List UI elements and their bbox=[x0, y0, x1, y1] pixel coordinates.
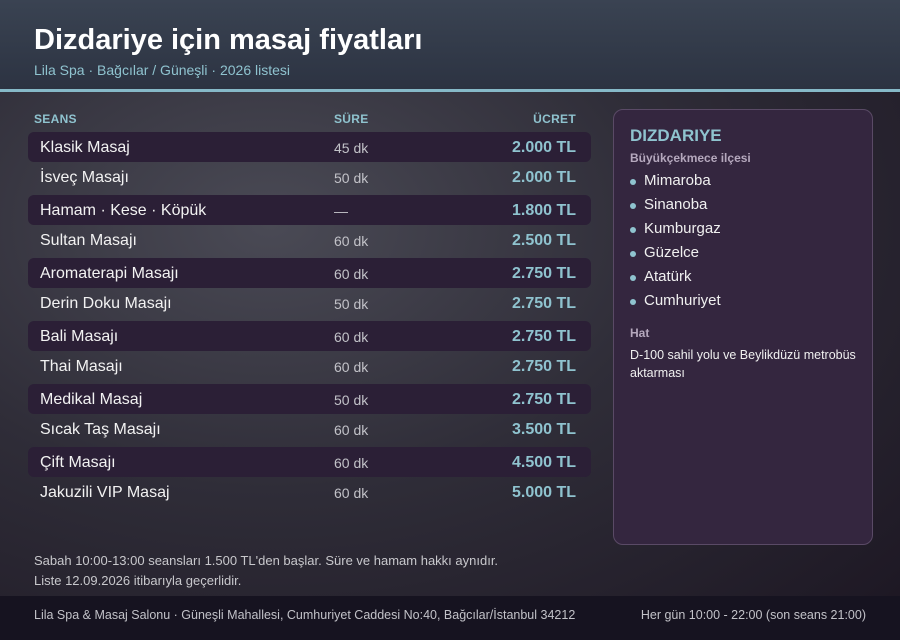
bullet-icon bbox=[630, 179, 636, 185]
district-name: Mimaroba bbox=[644, 172, 711, 189]
service-price: 1.800 TL bbox=[511, 202, 576, 219]
bullet-icon bbox=[630, 251, 636, 257]
validity-note: Liste 12.09.2026 itibarıyla geçerlidir. bbox=[34, 573, 242, 588]
page-subtitle: Lila Spa · Bağcılar / Güneşli · 2026 lis… bbox=[34, 62, 291, 78]
service-name: Bali Masajı bbox=[40, 328, 119, 345]
table-row: Hamam · Kese · Köpük — 1.800 TL bbox=[28, 195, 591, 225]
service-duration: 60 dk bbox=[334, 359, 369, 375]
bullet-icon bbox=[630, 203, 636, 209]
service-name: Çift Masajı bbox=[40, 454, 116, 471]
service-price: 2.500 TL bbox=[511, 232, 576, 249]
service-price: 2.750 TL bbox=[511, 391, 576, 408]
service-duration: 60 dk bbox=[334, 485, 369, 501]
service-duration: 60 dk bbox=[334, 329, 369, 345]
table-row: İsveç Masajı 50 dk 2.000 TL bbox=[28, 162, 591, 195]
panel-subtitle: Büyükçekmece ilçesi bbox=[630, 151, 751, 165]
district-name: Güzelce bbox=[644, 244, 700, 261]
service-name: Derin Doku Masajı bbox=[40, 295, 172, 312]
service-name: Hamam · Kese · Köpük bbox=[40, 202, 207, 219]
service-name: Aromaterapi Masajı bbox=[40, 265, 179, 282]
table-row: Bali Masajı 60 dk 2.750 TL bbox=[28, 321, 591, 351]
table-row: Sultan Masajı 60 dk 2.500 TL bbox=[28, 225, 591, 258]
service-duration: 50 dk bbox=[334, 392, 369, 408]
list-item: Sinanoba bbox=[630, 196, 721, 220]
pricing-note: Sabah 10:00-13:00 seansları 1.500 TL'den… bbox=[34, 553, 499, 568]
service-name: İsveç Masajı bbox=[40, 169, 129, 186]
bullet-icon bbox=[630, 299, 636, 305]
column-header-sure: SÜRE bbox=[334, 112, 369, 126]
service-name: Sıcak Taş Masajı bbox=[40, 421, 161, 438]
page-footer: Lila Spa & Masaj Salonu · Güneşli Mahall… bbox=[0, 596, 900, 640]
table-row: Aromaterapi Masajı 60 dk 2.750 TL bbox=[28, 258, 591, 288]
column-header-ucret: ÜCRET bbox=[533, 112, 576, 126]
table-row: Çift Masajı 60 dk 4.500 TL bbox=[28, 447, 591, 477]
service-price: 4.500 TL bbox=[511, 454, 576, 471]
service-duration: 50 dk bbox=[334, 296, 369, 312]
table-row: Thai Masajı 60 dk 2.750 TL bbox=[28, 351, 591, 384]
panel-title: DIZDARIYE bbox=[630, 126, 722, 145]
page-title: Dizdariye için masaj fiyatları bbox=[34, 24, 423, 56]
price-table: Klasik Masaj 45 dk 2.000 TL İsveç Masajı… bbox=[28, 132, 591, 510]
service-name: Jakuzili VIP Masaj bbox=[40, 484, 170, 501]
list-item: Kumburgaz bbox=[630, 220, 721, 244]
table-row: Medikal Masaj 50 dk 2.750 TL bbox=[28, 384, 591, 414]
service-duration: 60 dk bbox=[334, 233, 369, 249]
service-duration: 60 dk bbox=[334, 422, 369, 438]
footer-hours: Her gün 10:00 - 22:00 (son seans 21:00) bbox=[640, 608, 866, 622]
footer-address: Lila Spa & Masaj Salonu · Güneşli Mahall… bbox=[34, 608, 576, 622]
district-name: Sinanoba bbox=[644, 196, 708, 213]
service-duration: 50 dk bbox=[334, 170, 369, 186]
service-duration: 60 dk bbox=[334, 455, 369, 471]
district-name: Cumhuriyet bbox=[644, 292, 721, 309]
column-header-seans: SEANS bbox=[34, 112, 77, 126]
service-duration: 60 dk bbox=[334, 266, 369, 282]
hat-label: Hat bbox=[630, 326, 650, 340]
service-price: 2.750 TL bbox=[511, 265, 576, 282]
table-row: Sıcak Taş Masajı 60 dk 3.500 TL bbox=[28, 414, 591, 447]
service-name: Thai Masajı bbox=[40, 358, 123, 375]
bullet-icon bbox=[630, 227, 636, 233]
service-duration: 45 dk bbox=[334, 140, 369, 156]
table-row: Derin Doku Masajı 50 dk 2.750 TL bbox=[28, 288, 591, 321]
service-duration: — bbox=[334, 203, 348, 219]
service-name: Sultan Masajı bbox=[40, 232, 137, 249]
table-row: Klasik Masaj 45 dk 2.000 TL bbox=[28, 132, 591, 162]
service-price: 2.000 TL bbox=[511, 169, 576, 186]
service-price: 2.750 TL bbox=[511, 358, 576, 375]
district-name: Atatürk bbox=[644, 268, 692, 285]
bullet-icon bbox=[630, 275, 636, 281]
service-price: 2.000 TL bbox=[511, 139, 576, 156]
list-item: Atatürk bbox=[630, 268, 721, 292]
service-price: 3.500 TL bbox=[511, 421, 576, 438]
hat-text: D-100 sahil yolu ve Beylikdüzü metrobüs … bbox=[630, 348, 856, 380]
service-name: Klasik Masaj bbox=[40, 139, 130, 156]
list-item: Güzelce bbox=[630, 244, 721, 268]
table-row: Jakuzili VIP Masaj 60 dk 5.000 TL bbox=[28, 477, 591, 510]
service-price: 2.750 TL bbox=[511, 328, 576, 345]
service-price: 2.750 TL bbox=[511, 295, 576, 312]
list-item: Mimaroba bbox=[630, 172, 721, 196]
list-item: Cumhuriyet bbox=[630, 292, 721, 316]
service-price: 5.000 TL bbox=[511, 484, 576, 501]
page-header: Dizdariye için masaj fiyatları Lila Spa … bbox=[0, 0, 900, 92]
district-list: Mimaroba Sinanoba Kumburgaz Güzelce Atat… bbox=[630, 172, 721, 316]
district-name: Kumburgaz bbox=[644, 220, 721, 237]
location-panel: DIZDARIYE Büyükçekmece ilçesi Mimaroba S… bbox=[613, 109, 873, 545]
service-name: Medikal Masaj bbox=[40, 391, 143, 408]
